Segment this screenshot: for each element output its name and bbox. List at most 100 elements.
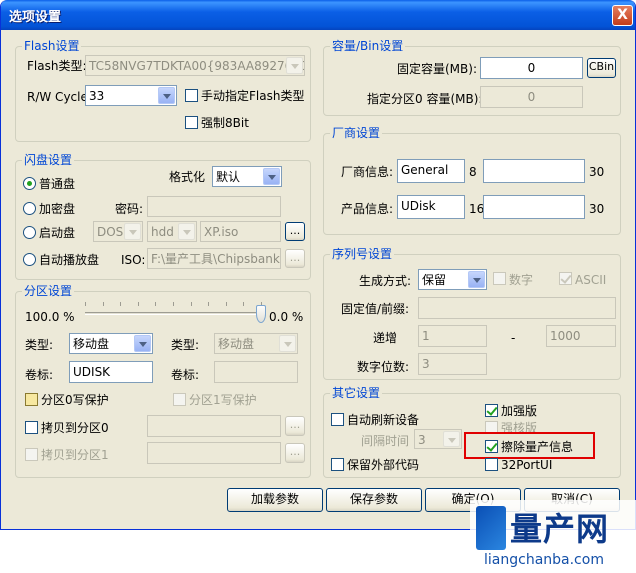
chevron-down-icon: [468, 271, 485, 288]
auto-refresh-label: 自动刷新设备: [347, 413, 420, 427]
partition1-type-value: 移动盘: [218, 337, 255, 351]
options-dialog: 选项设置 X Flash设置 Flash类型: TC58NVG7TDKTA00{…: [0, 0, 636, 530]
copy1-browse-button[interactable]: ...: [285, 443, 305, 463]
partition1-write-protect-checkbox[interactable]: [173, 393, 186, 406]
slider-tick: [243, 302, 244, 306]
partition-slider-track[interactable]: [85, 312, 261, 315]
serial-increment-dash: -: [511, 331, 516, 345]
serial-increment-to-value: 1000: [550, 329, 581, 343]
iso-path-value: F:\量产工具\Chipsbank\C: [151, 252, 281, 266]
partition1-volume-input[interactable]: [214, 361, 298, 383]
partition0-capacity-input[interactable]: 0: [480, 86, 583, 108]
title-bar[interactable]: 选项设置 X: [1, 0, 635, 30]
partition0-write-protect-label: 分区0写保护: [41, 393, 109, 407]
vendor-info-max: 30: [589, 165, 605, 179]
chevron-down-icon: [158, 87, 175, 104]
partition1-write-protect-label: 分区1写保护: [189, 393, 257, 407]
partition0-type-value: 移动盘: [73, 337, 110, 351]
serial-mode-label: 生成方式:: [359, 274, 412, 288]
serial-increment-from[interactable]: 1: [418, 325, 487, 347]
vendor-info-input[interactable]: General: [397, 159, 465, 183]
force-8bit-label: 强制8Bit: [201, 116, 249, 130]
32port-ui-checkbox[interactable]: [485, 458, 498, 471]
fixed-capacity-input[interactable]: 0: [480, 57, 583, 79]
product-info-max: 30: [589, 202, 605, 216]
copy-to-partition0-checkbox[interactable]: [25, 421, 38, 434]
copy0-browse-button[interactable]: ...: [285, 416, 305, 436]
partition-group-title: 分区设置: [22, 284, 75, 298]
boot-type-select[interactable]: DOS: [93, 221, 143, 242]
serial-increment-from-value: 1: [422, 329, 430, 343]
boot-file-browse-button[interactable]: ...: [285, 222, 305, 241]
32port-ui-label: 32PortUI: [501, 458, 553, 472]
vendor-info-input-2[interactable]: [483, 159, 585, 183]
interval-select[interactable]: 3: [414, 429, 462, 449]
iso-path-input[interactable]: F:\量产工具\Chipsbank\C: [147, 248, 281, 269]
normal-disk-radio[interactable]: [23, 177, 36, 190]
partition-slider-thumb[interactable]: [256, 305, 266, 323]
partition0-type-label: 类型:: [25, 338, 54, 352]
serial-mode-value: 保留: [422, 273, 447, 287]
slider-tick: [191, 302, 192, 306]
load-params-button[interactable]: 加载参数: [227, 488, 323, 512]
other-group-title: 其它设置: [330, 386, 383, 400]
rw-cycle-select[interactable]: 33: [85, 85, 177, 106]
product-info-label: 产品信息:: [341, 202, 394, 216]
save-params-button[interactable]: 保存参数: [326, 488, 422, 512]
cbin-button[interactable]: CBin: [587, 58, 616, 78]
chevron-down-icon: [286, 57, 303, 74]
password-label: 密码:: [115, 202, 144, 216]
product-info-input[interactable]: UDisk: [397, 195, 465, 219]
format-value: 默认: [216, 170, 241, 184]
keep-external-code-checkbox[interactable]: [331, 458, 344, 471]
iso-browse-button[interactable]: ...: [285, 249, 305, 268]
partition0-capacity-value: 0: [527, 90, 536, 104]
partition0-type-select[interactable]: 移动盘: [69, 333, 153, 354]
boot-disk-radio[interactable]: [23, 226, 36, 239]
copy-to-partition1-checkbox[interactable]: [25, 448, 38, 461]
enhanced-checkbox[interactable]: [485, 404, 498, 417]
copy-to-partition1-path[interactable]: [147, 442, 281, 464]
serial-prefix-label: 固定值/前缀:: [341, 302, 410, 316]
serial-increment-to[interactable]: 1000: [546, 325, 616, 347]
serial-digits-input[interactable]: 3: [418, 353, 487, 375]
chevron-down-icon: [134, 335, 151, 352]
serial-ascii-checkbox[interactable]: [559, 272, 572, 285]
password-input[interactable]: [147, 196, 281, 217]
partition0-volume-input[interactable]: UDISK: [69, 361, 153, 383]
product-info-length: 16: [469, 202, 485, 216]
slider-tick: [155, 302, 156, 306]
product-info-value: UDisk: [401, 199, 436, 213]
rw-cycle-label: R/W Cycle:: [27, 90, 92, 104]
format-select[interactable]: 默认: [212, 166, 282, 187]
disk-group-title: 闪盘设置: [22, 153, 75, 167]
partition1-type-select[interactable]: 移动盘: [214, 333, 298, 354]
boot-file-input[interactable]: XP.iso: [200, 221, 281, 242]
slider-tick: [120, 302, 121, 306]
serial-digit-checkbox[interactable]: [493, 272, 506, 285]
boot-media-value: hdd: [151, 225, 174, 239]
serial-ascii-label: ASCII: [575, 273, 607, 287]
serial-mode-select[interactable]: 保留: [418, 269, 487, 290]
flash-group-title: Flash设置: [22, 39, 82, 53]
product-info-input-2[interactable]: [483, 195, 585, 219]
serial-prefix-input[interactable]: [418, 297, 616, 319]
boot-media-select[interactable]: hdd: [147, 221, 197, 242]
encrypted-disk-radio[interactable]: [23, 202, 36, 215]
partition0-write-protect-checkbox[interactable]: [25, 393, 38, 406]
chevron-down-icon: [263, 168, 280, 185]
slider-tick: [103, 302, 104, 306]
close-button[interactable]: X: [612, 5, 633, 26]
force-8bit-checkbox[interactable]: [185, 116, 198, 129]
chevron-down-icon: [124, 223, 141, 240]
flash-type-select[interactable]: TC58NVG7TDKTA00{983AA8927650}: [85, 55, 305, 76]
copy-to-partition1-label: 拷贝到分区1: [41, 448, 109, 462]
autoplay-disk-radio[interactable]: [23, 253, 36, 266]
serial-digits-value: 3: [422, 357, 430, 371]
manual-flash-type-checkbox[interactable]: [185, 89, 198, 102]
copy-to-partition0-path[interactable]: [147, 415, 281, 437]
partition0-capacity-label: 指定分区0 容量(MB):: [367, 92, 483, 106]
auto-refresh-checkbox[interactable]: [331, 413, 344, 426]
normal-disk-label: 普通盘: [39, 177, 76, 191]
vendor-info-value: General: [401, 163, 449, 177]
